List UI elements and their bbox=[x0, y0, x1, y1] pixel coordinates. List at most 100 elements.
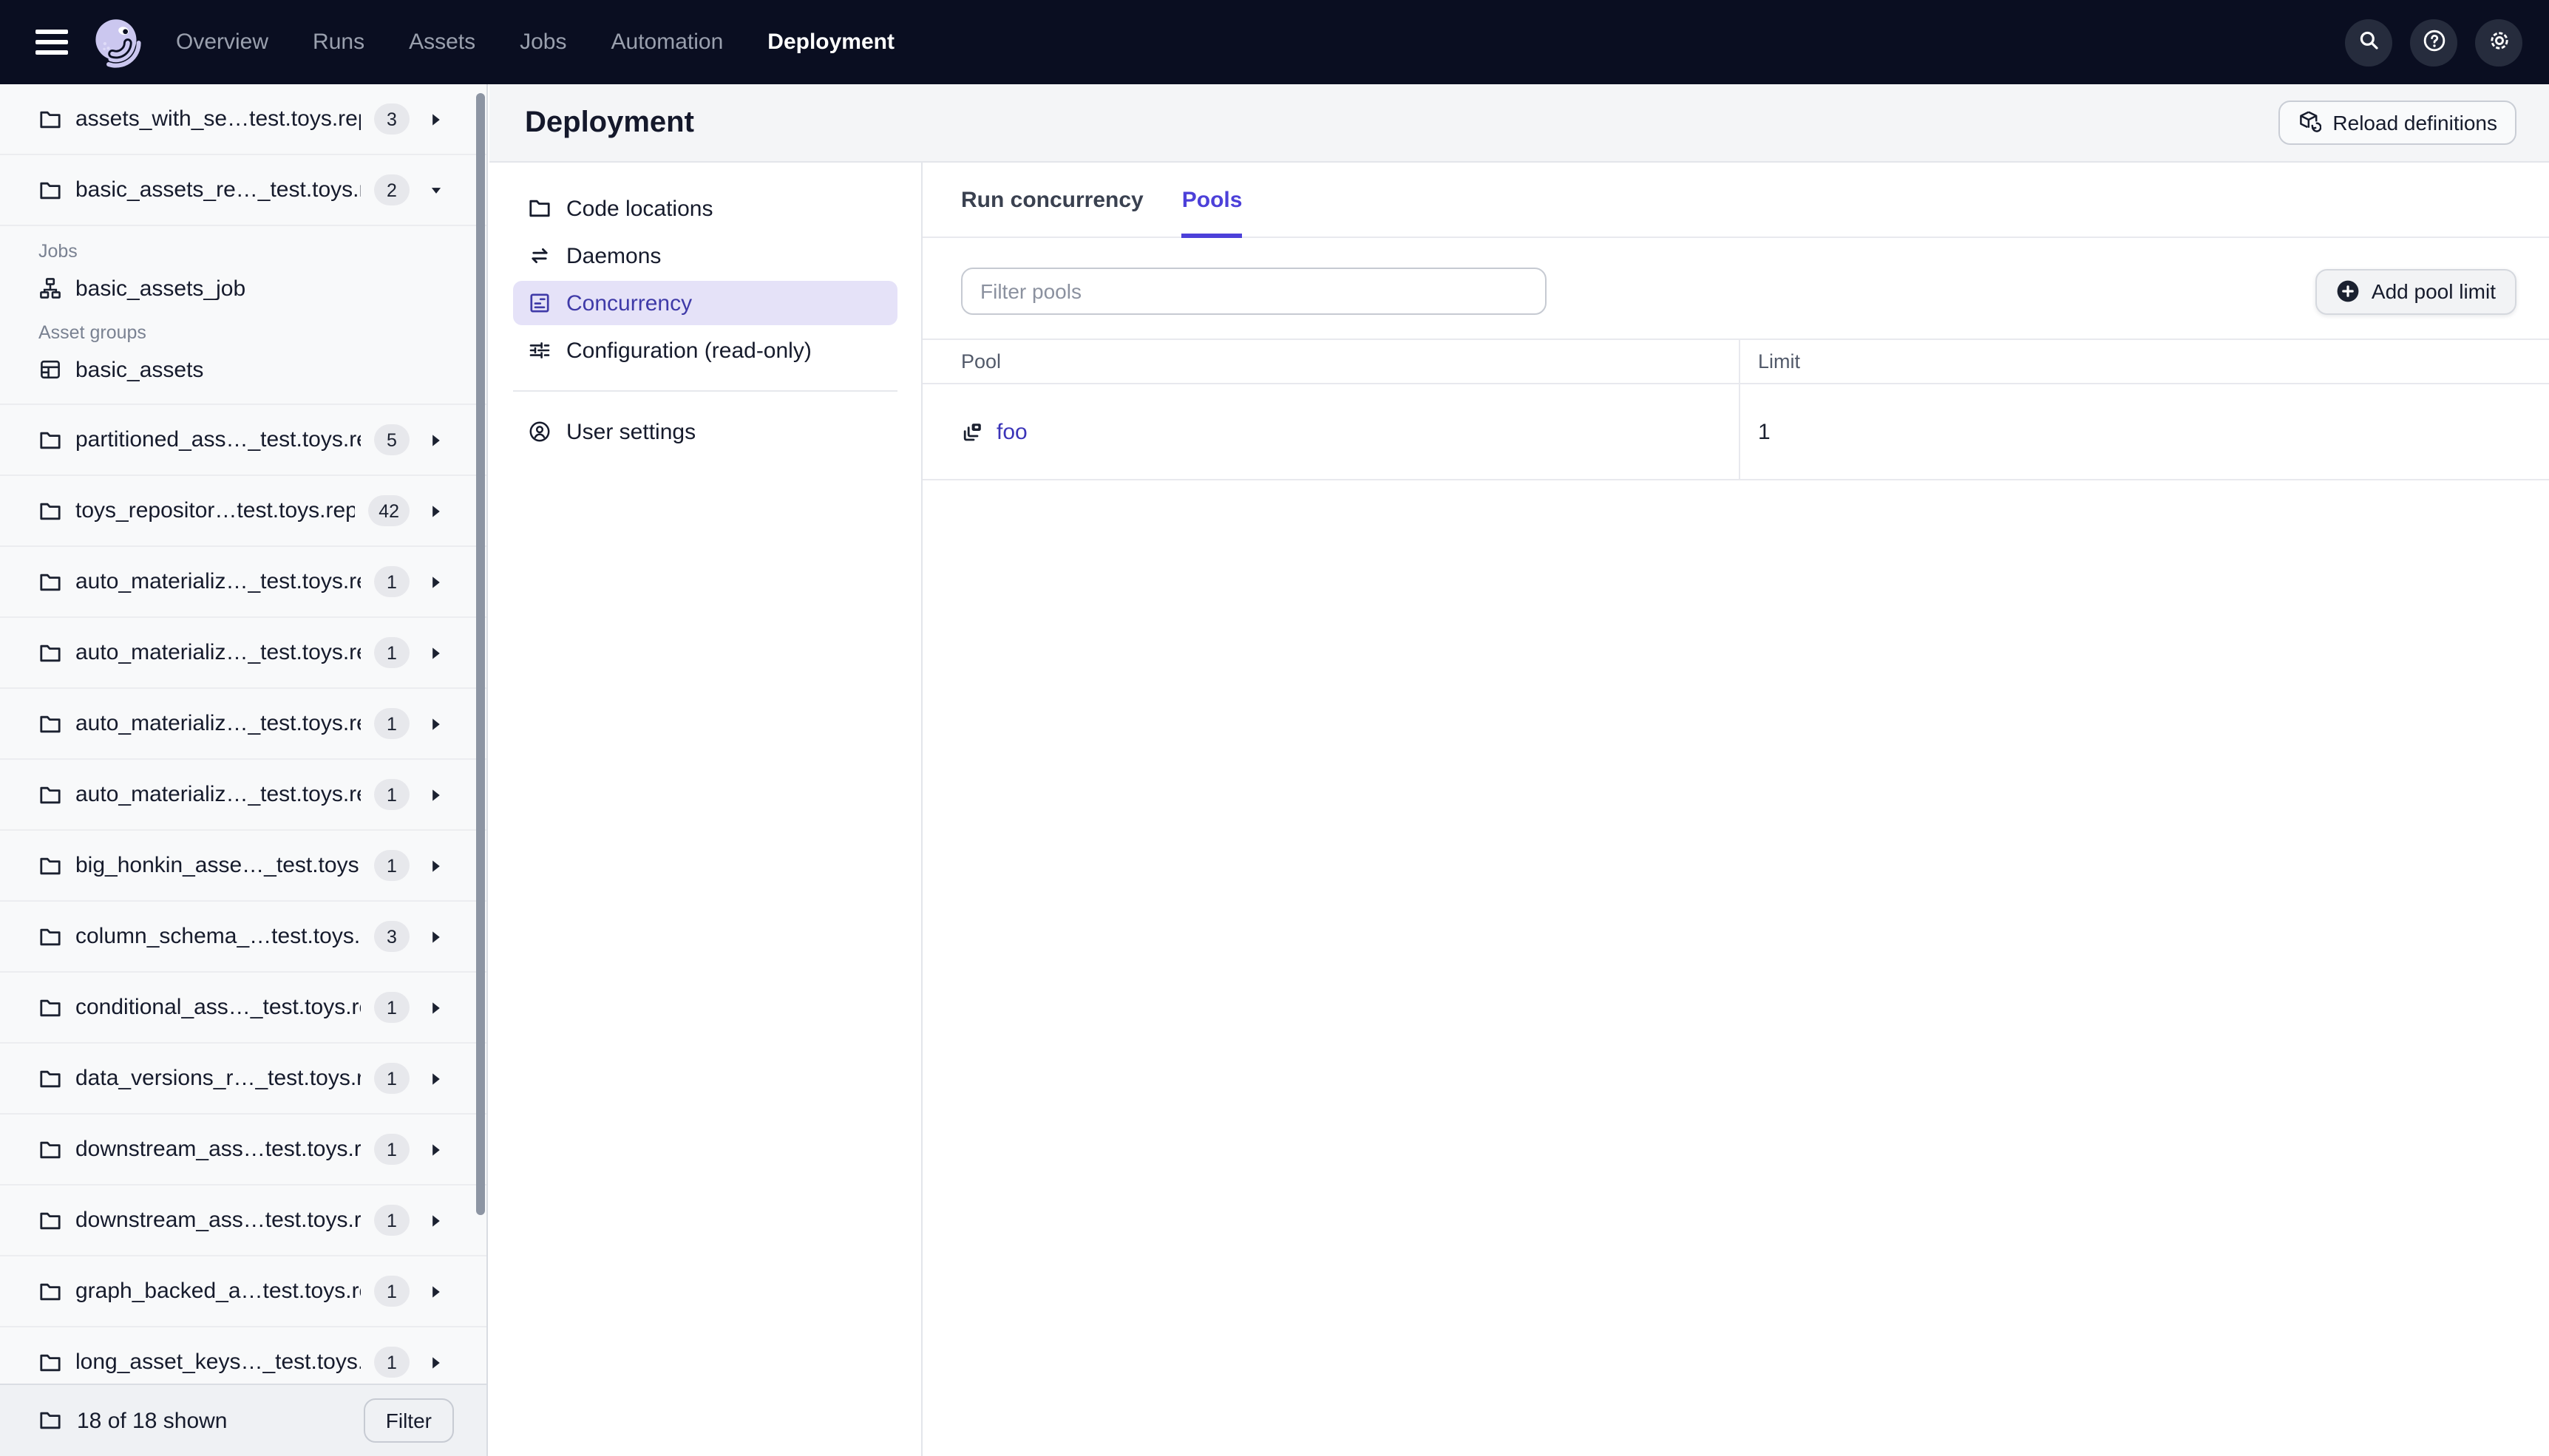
main-panel: Deployment Reload definitions Code locat… bbox=[489, 84, 2549, 1456]
plus-circle-icon bbox=[2336, 279, 2360, 303]
count-badge: 42 bbox=[368, 495, 410, 526]
deployment-nav-label: Code locations bbox=[566, 196, 713, 221]
code-location-item[interactable]: auto_materializ…_test.toys.repo 1 bbox=[0, 547, 486, 618]
chevron-right-icon[interactable] bbox=[430, 645, 442, 660]
chevron-right-icon[interactable] bbox=[430, 858, 442, 873]
page-header: Deployment Reload definitions bbox=[489, 84, 2549, 163]
code-location-item[interactable]: big_honkin_asse…_test.toys.rep 1 bbox=[0, 831, 486, 902]
code-location-item[interactable]: basic_assets_re…_test.toys.rep 2 bbox=[0, 155, 486, 226]
chevron-down-icon[interactable] bbox=[430, 183, 442, 197]
primary-nav: Overview Runs Assets Jobs Automation Deployme… bbox=[176, 30, 895, 55]
chevron-right-icon[interactable] bbox=[430, 1355, 442, 1370]
search-button[interactable] bbox=[2345, 18, 2392, 66]
nav-item-assets[interactable]: Assets bbox=[409, 30, 475, 55]
pool-link[interactable]: foo bbox=[997, 419, 1028, 444]
deployment-nav-label: Configuration (read-only) bbox=[566, 338, 812, 363]
top-nav: Overview Runs Assets Jobs Automation Deployme… bbox=[0, 0, 2549, 84]
add-pool-limit-button[interactable]: Add pool limit bbox=[2315, 268, 2516, 314]
code-location-label: downstream_ass…test.toys.rep bbox=[75, 1208, 361, 1233]
chevron-right-icon[interactable] bbox=[430, 574, 442, 589]
folder-icon bbox=[38, 107, 62, 131]
code-location-label: auto_materializ…_test.toys.repo bbox=[75, 711, 361, 736]
help-button[interactable] bbox=[2410, 18, 2457, 66]
deployment-nav-label: Daemons bbox=[566, 243, 662, 268]
filter-button[interactable]: Filter bbox=[363, 1398, 454, 1443]
folder-icon bbox=[38, 712, 62, 735]
code-location-item[interactable]: auto_materializ…_test.toys.repo 1 bbox=[0, 760, 486, 831]
gear-icon bbox=[2486, 27, 2511, 57]
divider bbox=[513, 390, 897, 392]
folder-icon bbox=[38, 428, 62, 452]
top-nav-actions bbox=[2345, 18, 2522, 66]
count-badge: 1 bbox=[374, 708, 410, 739]
tab-pools[interactable]: Pools bbox=[1181, 163, 1242, 238]
tab-run-concurrency[interactable]: Run concurrency bbox=[961, 163, 1144, 237]
gear-button[interactable] bbox=[2475, 18, 2522, 66]
chevron-right-icon[interactable] bbox=[430, 1071, 442, 1086]
code-location-item[interactable]: conditional_ass…_test.toys.repo 1 bbox=[0, 973, 486, 1044]
chevron-right-icon[interactable] bbox=[430, 787, 442, 802]
chevron-right-icon[interactable] bbox=[430, 1284, 442, 1299]
deployment-nav-item-user-settings[interactable]: User settings bbox=[513, 409, 897, 454]
chevron-right-icon[interactable] bbox=[430, 503, 442, 518]
code-location-item[interactable]: toys_repositor…test.toys.repo 42 bbox=[0, 476, 486, 547]
folder-icon bbox=[38, 996, 62, 1019]
code-location-item[interactable]: data_versions_r…_test.toys.rep 1 bbox=[0, 1044, 486, 1115]
code-location-item[interactable]: downstream_ass…test.toys.rep 1 bbox=[0, 1185, 486, 1256]
count-badge: 1 bbox=[374, 992, 410, 1023]
concurrency-pane: Run concurrency Pools Add pool limit Pool… bbox=[923, 163, 2549, 1456]
code-location-sidebar: assets_with_se…test.toys.repo 3 basic_asse… bbox=[0, 84, 488, 1456]
pools-toolbar: Add pool limit bbox=[923, 268, 2549, 315]
column-header-limit: Limit bbox=[1739, 340, 2549, 383]
chevron-right-icon[interactable] bbox=[430, 929, 442, 944]
code-location-label: auto_materializ…_test.toys.repo bbox=[75, 569, 361, 594]
code-location-label: assets_with_se…test.toys.repo bbox=[75, 106, 361, 132]
chevron-right-icon[interactable] bbox=[430, 432, 442, 447]
nav-item-jobs[interactable]: Jobs bbox=[520, 30, 566, 55]
reload-definitions-button[interactable]: Reload definitions bbox=[2278, 101, 2516, 145]
chevron-right-icon[interactable] bbox=[430, 716, 442, 731]
code-location-item[interactable]: long_asset_keys…_test.toys.re 1 bbox=[0, 1327, 486, 1384]
deployment-nav-item-code[interactable]: Code locations bbox=[513, 186, 897, 231]
code-location-item[interactable]: auto_materializ…_test.toys.repo 1 bbox=[0, 689, 486, 760]
reload-definitions-label: Reload definitions bbox=[2332, 111, 2497, 135]
code-location-item[interactable]: assets_with_se…test.toys.repo 3 bbox=[0, 84, 486, 155]
page-title: Deployment bbox=[525, 106, 694, 138]
column-header-pool: Pool bbox=[961, 350, 1002, 372]
deployment-nav-item-configuration[interactable]: Configuration (read-only) bbox=[513, 328, 897, 372]
section-heading: Asset groups bbox=[38, 322, 146, 343]
item-label: basic_assets bbox=[75, 357, 204, 382]
chevron-right-icon[interactable] bbox=[430, 1213, 442, 1228]
count-badge: 1 bbox=[374, 566, 410, 597]
pools-table: Pool Limit foo 1 bbox=[923, 339, 2549, 480]
job-item[interactable]: basic_assets_job bbox=[0, 266, 486, 310]
deployment-nav: Code locations Daemons Concurrency Configur… bbox=[489, 163, 923, 1456]
deployment-nav-item-daemons[interactable]: Daemons bbox=[513, 234, 897, 278]
nav-item-deployment[interactable]: Deployment bbox=[767, 30, 895, 55]
nav-item-overview[interactable]: Overview bbox=[176, 30, 268, 55]
asset-group-item[interactable]: basic_assets bbox=[0, 347, 486, 392]
deployment-nav-item-concurrency[interactable]: Concurrency bbox=[513, 281, 897, 325]
sidebar-scrollbar[interactable] bbox=[476, 93, 485, 1215]
count-badge: 1 bbox=[374, 850, 410, 881]
code-location-item[interactable]: partitioned_ass…_test.toys.rep 5 bbox=[0, 405, 486, 476]
menu-button[interactable] bbox=[35, 30, 68, 55]
dagster-logo bbox=[90, 16, 143, 69]
job-icon bbox=[38, 276, 62, 300]
folder-icon bbox=[38, 1067, 62, 1090]
chevron-right-icon[interactable] bbox=[430, 1000, 442, 1015]
nav-item-automation[interactable]: Automation bbox=[611, 30, 724, 55]
code-location-label: auto_materializ…_test.toys.repo bbox=[75, 782, 361, 807]
code-location-item[interactable]: downstream_ass…test.toys.rep 1 bbox=[0, 1115, 486, 1185]
code-location-item[interactable]: graph_backed_a…test.toys.repo 1 bbox=[0, 1256, 486, 1327]
code-location-label: data_versions_r…_test.toys.rep bbox=[75, 1066, 361, 1091]
filter-pools-input[interactable] bbox=[961, 268, 1547, 315]
nav-item-runs[interactable]: Runs bbox=[313, 30, 364, 55]
help-icon bbox=[2421, 27, 2446, 57]
code-location-item[interactable]: auto_materializ…_test.toys.repo 1 bbox=[0, 618, 486, 689]
chevron-right-icon[interactable] bbox=[430, 1142, 442, 1157]
chevron-right-icon[interactable] bbox=[430, 112, 442, 126]
app-window: Overview Runs Assets Jobs Automation Deployme… bbox=[0, 0, 2549, 1456]
folder-icon bbox=[38, 1279, 62, 1303]
code-location-item[interactable]: column_schema_…test.toys.rep 3 bbox=[0, 902, 486, 973]
